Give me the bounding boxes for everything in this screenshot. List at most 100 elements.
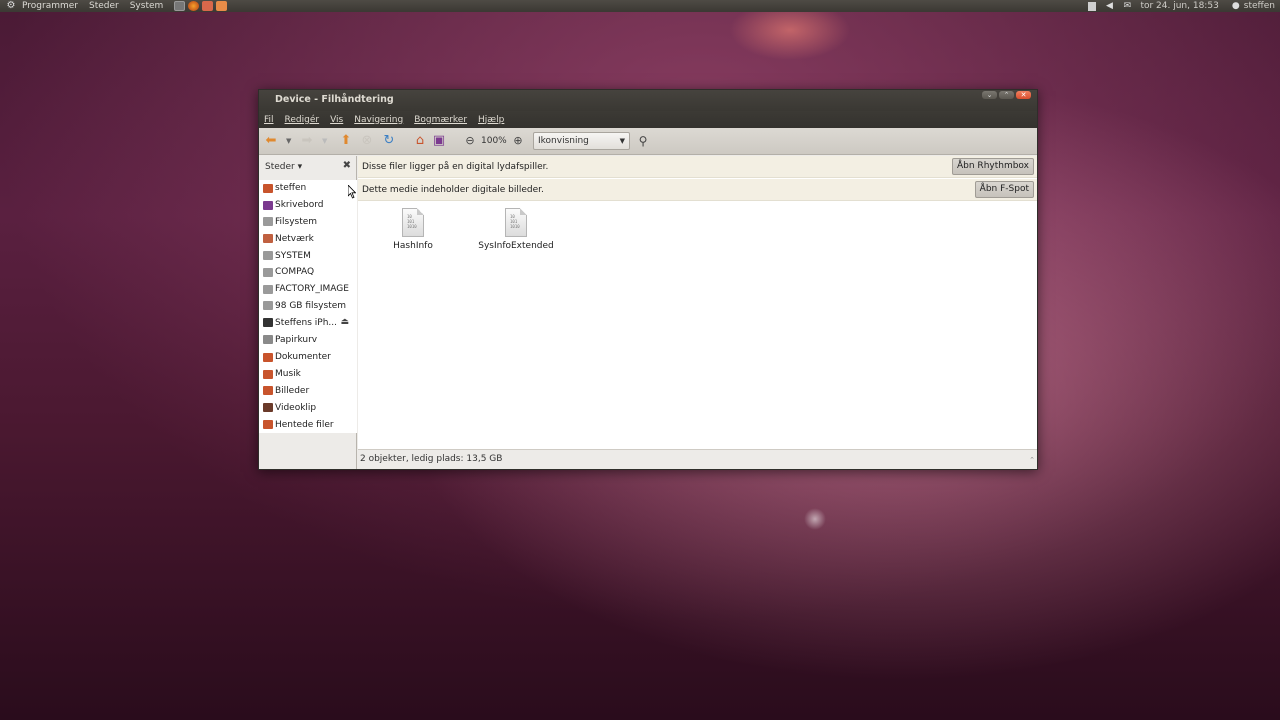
- sidebar-title: Steder: [265, 162, 295, 172]
- file-item-hashinfo[interactable]: 10 101 1010 HashInfo: [368, 208, 458, 251]
- menu-help[interactable]: Hjælp: [478, 115, 504, 125]
- sidebar-item-label: Dokumenter: [275, 352, 331, 363]
- network-folder-icon: [263, 234, 273, 244]
- sidebar-item-label: Skrivebord: [275, 200, 324, 211]
- menu-edit[interactable]: Redigér: [285, 115, 320, 125]
- ubuntu-logo-icon[interactable]: ⚙: [5, 0, 17, 12]
- reload-icon[interactable]: ↻: [381, 133, 397, 149]
- back-history-chevron-down-icon[interactable]: ▼: [286, 137, 291, 145]
- sidebar-item-label: Papirkurv: [275, 334, 318, 345]
- eject-icon[interactable]: ⏏: [340, 317, 349, 327]
- binary-file-icon: 10 101 1010: [505, 208, 527, 237]
- drive-icon: [263, 267, 273, 277]
- sidebar-item-label: Netværk: [275, 233, 314, 244]
- infobar-fspot: Dette medie indeholder digitale billeder…: [358, 179, 1037, 201]
- infobar-message: Disse filer ligger på en digital lydafsp…: [362, 162, 549, 172]
- sidebar-item-billeder[interactable]: Billeder: [259, 383, 357, 400]
- search-icon[interactable]: ⚲: [635, 133, 651, 149]
- sidebar-close-icon[interactable]: ✖: [343, 160, 351, 171]
- sidebar-list: steffen Skrivebord Filsystem Netværk SYSTEM C…: [259, 180, 357, 433]
- panel-clock[interactable]: tor 24. jun, 18:53: [1140, 1, 1218, 11]
- sidebar-title-dropdown[interactable]: Steder ▾: [265, 162, 302, 172]
- sidebar-item-label: Hentede filer: [275, 419, 334, 430]
- home-icon[interactable]: ⌂: [412, 133, 428, 149]
- panel-menu-places[interactable]: Steder: [89, 0, 119, 12]
- menubar: Fil Redigér Vis Navigering Bogmærker Hjæ…: [259, 111, 1037, 128]
- mail-indicator-icon[interactable]: ✉: [1122, 1, 1132, 11]
- close-button[interactable]: ✕: [1016, 91, 1031, 99]
- infobar-message: Dette medie indeholder digitale billeder…: [362, 185, 544, 195]
- sidebar-item-label: Filsystem: [275, 216, 318, 227]
- menu-file[interactable]: Fil: [264, 115, 274, 125]
- pictures-folder-icon: [263, 386, 273, 396]
- terminal-launcher-icon[interactable]: [174, 1, 186, 11]
- view-mode-select[interactable]: Ikonvisning ▼: [533, 132, 630, 150]
- menu-go[interactable]: Navigering: [354, 115, 403, 125]
- sidebar-item-filsystem[interactable]: Filsystem: [259, 214, 357, 231]
- toolbar: ⬅ ▼ ➡ ▼ ⬆ ⊗ ↻ ⌂ ▣ ⊖ 100% ⊕ Ikonvisning ▼…: [259, 128, 1037, 155]
- user-icon: ●: [1231, 0, 1240, 11]
- chevron-down-icon: ▼: [619, 137, 625, 145]
- sidebar-item-netværk[interactable]: Netværk: [259, 230, 357, 247]
- sidebar-item-label: COMPAQ: [275, 267, 315, 278]
- open-fspot-button[interactable]: Åbn F-Spot: [974, 181, 1034, 198]
- sidebar-item-compaq[interactable]: COMPAQ: [259, 264, 357, 281]
- desktop-light-glint: [804, 508, 826, 530]
- sidebar-item-label: steffen: [275, 183, 307, 194]
- sidebar-item-system[interactable]: SYSTEM: [259, 247, 357, 264]
- sidebar-item-papirkurv[interactable]: Papirkurv: [259, 331, 357, 348]
- drive-icon: [263, 217, 273, 227]
- forward-history-chevron-down-icon[interactable]: ▼: [322, 137, 327, 145]
- sidebar-item-98-gb-filsystem[interactable]: 98 GB filsystem: [259, 298, 357, 315]
- sidebar-item-musik[interactable]: Musik: [259, 366, 357, 383]
- stop-icon[interactable]: ⊗: [359, 133, 375, 149]
- trash-icon: [263, 335, 273, 345]
- downloads-folder-icon: [263, 420, 273, 430]
- menu-bookmarks[interactable]: Bogmærker: [414, 115, 467, 125]
- sidebar-item-factory-image[interactable]: FACTORY_IMAGE: [259, 281, 357, 298]
- open-rhythmbox-button[interactable]: Åbn Rhythmbox: [952, 158, 1034, 175]
- sidebar-header: Steder ▾ ✖: [259, 156, 356, 178]
- firefox-launcher-icon[interactable]: [188, 1, 200, 11]
- sidebar-item-label: FACTORY_IMAGE: [275, 284, 349, 295]
- music-folder-icon: [263, 369, 273, 379]
- window-titlebar[interactable]: Device - Filhåndtering ⌄ ⌃ ✕: [259, 90, 1037, 111]
- resize-grip-icon[interactable]: ⌃: [1029, 456, 1035, 464]
- sidebar-item-label: 98 GB filsystem: [275, 300, 347, 311]
- menu-view[interactable]: Vis: [330, 115, 343, 125]
- zoom-in-icon[interactable]: ⊕: [510, 133, 526, 149]
- drive-icon: [263, 284, 273, 294]
- sidebar-item-hentede-filer[interactable]: Hentede filer: [259, 416, 357, 433]
- drive-icon: [263, 301, 273, 311]
- back-icon[interactable]: ⬅: [263, 133, 279, 149]
- panel-menu-system[interactable]: System: [130, 0, 164, 12]
- sidebar-item-label: Musik: [275, 369, 301, 380]
- file-manager-window: Device - Filhåndtering ⌄ ⌃ ✕ Fil Redigér…: [258, 89, 1038, 470]
- maximize-button[interactable]: ⌃: [999, 91, 1014, 99]
- sidebar-item-steffens-iph[interactable]: Steffens iPh... ⏏: [259, 314, 357, 331]
- mail-launcher-icon[interactable]: [202, 1, 214, 11]
- sidebar-item-dokumenter[interactable]: Dokumenter: [259, 349, 357, 366]
- file-item-sysinfoextended[interactable]: 10 101 1010 SysInfoExtended: [471, 208, 561, 251]
- sidebar-item-steffen[interactable]: steffen: [259, 180, 357, 197]
- sidebar-item-label: Steffens iPh...: [275, 317, 337, 328]
- phone-icon: [263, 318, 273, 328]
- forward-icon[interactable]: ➡: [299, 133, 315, 149]
- panel-user[interactable]: steffen: [1244, 1, 1275, 11]
- help-launcher-icon[interactable]: [216, 1, 228, 11]
- sidebar-item-label: Billeder: [275, 385, 310, 396]
- sidebar-item-skrivebord[interactable]: Skrivebord: [259, 197, 357, 214]
- minimize-button[interactable]: ⌄: [982, 91, 997, 99]
- zoom-out-icon[interactable]: ⊖: [462, 133, 478, 149]
- panel-menu-applications[interactable]: Programmer: [22, 0, 78, 12]
- zoom-level[interactable]: 100%: [481, 136, 507, 146]
- sidebar-item-videoklip[interactable]: Videoklip: [259, 399, 357, 416]
- network-icon[interactable]: [1088, 1, 1097, 11]
- file-label: HashInfo: [393, 241, 433, 251]
- computer-icon[interactable]: ▣: [431, 133, 447, 149]
- up-icon[interactable]: ⬆: [338, 133, 354, 149]
- volume-icon[interactable]: ◀: [1104, 1, 1114, 11]
- desktop-icon: [263, 200, 273, 210]
- view-mode-value: Ikonvisning: [538, 136, 589, 146]
- file-view[interactable]: Disse filer ligger på en digital lydafsp…: [358, 156, 1037, 469]
